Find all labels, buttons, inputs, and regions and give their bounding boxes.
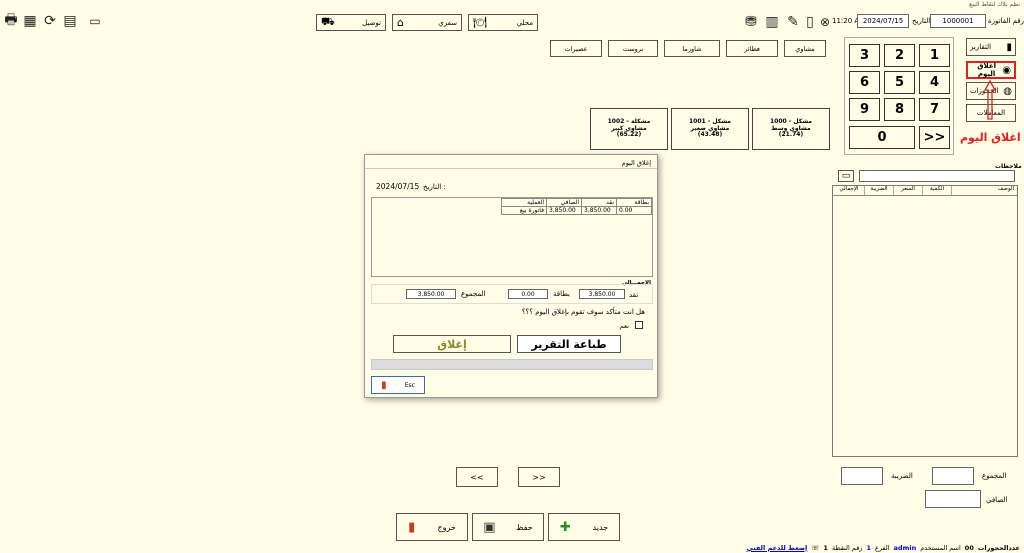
exit-door-icon: ▮: [381, 379, 387, 391]
key-7[interactable]: 7: [919, 98, 950, 121]
sum-label: المجموع: [982, 472, 1007, 480]
dialog-table-area: العملية الصافي نقد بطاقة فاتورة بيع 3,85…: [371, 197, 653, 277]
dialog-table: العملية الصافي نقد بطاقة فاتورة بيع 3,85…: [501, 198, 652, 215]
dialog-sum-field: 3,850.00: [406, 289, 456, 299]
sync-icon[interactable]: ⟳: [42, 13, 58, 29]
dialog-confirm-question: هل انت متأكد سوف تقوم بإغلاق اليوم ؟؟؟: [521, 308, 645, 316]
product-1000[interactable]: 1000 - مشكل مشاوي وسط (21.74): [752, 108, 830, 150]
category-broast[interactable]: بروست: [608, 40, 658, 57]
invoice-icon[interactable]: ▤: [62, 13, 78, 29]
key-5[interactable]: 5: [884, 71, 915, 94]
reports-button[interactable]: التقارير ▮: [966, 38, 1016, 56]
dialog-card-label: بطاقة: [553, 290, 570, 298]
dine-in-icon: 🍽: [473, 16, 487, 29]
dialog-yes-checkbox[interactable]: [635, 321, 643, 329]
product-1001[interactable]: 1001 - مشكل مشاوي صغير (43.48): [671, 108, 749, 150]
folder-icon[interactable]: ▭: [838, 170, 854, 182]
print-report-button[interactable]: طباعة التقرير: [517, 335, 621, 353]
date-field[interactable]: 2024/07/15: [857, 14, 909, 28]
dialog-col-net: الصافي: [546, 198, 582, 207]
tax-label: الضريبة: [891, 472, 913, 480]
delivery-icon: ⛟: [321, 15, 335, 28]
clock-icon: ◉: [1002, 64, 1011, 76]
order-type-takeaway[interactable]: ⌂ سفري: [392, 14, 462, 31]
net-field: [925, 490, 981, 508]
key-3[interactable]: 3: [849, 44, 880, 67]
reports-icon: ▮: [1006, 41, 1012, 53]
key-1[interactable]: 1: [919, 44, 950, 67]
reservation-icon: ◍: [1003, 85, 1012, 97]
takeaway-icon: ⌂: [397, 16, 404, 29]
order-type-delivery[interactable]: ⛟ توصيل: [316, 14, 386, 31]
close-circle-icon[interactable]: ⊗: [818, 13, 832, 31]
order-table: الوصف الكمية السعر الضريبة الإجمالي: [832, 185, 1018, 457]
col-tax: الضريبة: [864, 186, 893, 195]
invoice-number-field[interactable]: 1000001: [930, 14, 986, 28]
window-title: نظم بلاك لنقاط البيع: [969, 1, 1020, 8]
prev-page-button[interactable]: <<: [456, 467, 498, 487]
dialog-cash-field: 3,850.00: [579, 289, 625, 299]
key-8[interactable]: 8: [884, 98, 915, 121]
support-link[interactable]: إضغط للدعم الفني: [747, 544, 808, 552]
close-day-button[interactable]: اغلاق اليوم ◉: [966, 61, 1016, 79]
key-4[interactable]: 4: [919, 71, 950, 94]
notes-input[interactable]: [859, 170, 1015, 182]
dialog-cash-label: نقد: [629, 291, 639, 299]
col-description: الوصف: [951, 186, 1017, 195]
product-1002[interactable]: 1002 - مشكلة مشاوي كبير (65.22): [590, 108, 668, 150]
tax-field: [841, 467, 883, 485]
status-bar: عددالحجوزات 00 اسم المستخدم admin الفرع …: [746, 544, 1020, 552]
dialog-col-cash: نقد: [581, 198, 617, 207]
save-disk-icon: ▣: [483, 519, 496, 535]
order-type-dine-in[interactable]: 🍽 محلي: [468, 14, 538, 31]
key-6[interactable]: 6: [849, 71, 880, 94]
dialog-progress-bar: [371, 359, 653, 370]
key-0[interactable]: 0: [849, 126, 915, 149]
invoice-label: رقم الفاتورة: [988, 17, 1024, 25]
support-icon: ☏: [811, 544, 820, 552]
new-document-icon: ✚: [559, 519, 571, 535]
category-pastries[interactable]: فطائر: [726, 40, 778, 57]
dialog-date-value: 2024/07/15: [376, 182, 420, 191]
dialog-yes-label: نعم: [619, 322, 629, 330]
calendar-icon[interactable]: ▦: [22, 13, 38, 29]
exit-door-icon: ▮: [408, 519, 416, 535]
dialog-close-button[interactable]: إغلاق: [393, 335, 511, 353]
notes-label: ملاحظات: [995, 163, 1022, 170]
key-9[interactable]: 9: [849, 98, 880, 121]
exit-button[interactable]: ▮ خروج: [396, 513, 468, 541]
cash-drawer-icon[interactable]: ▭: [86, 13, 104, 29]
next-page-button[interactable]: >>: [518, 467, 560, 487]
dialog-table-row[interactable]: فاتورة بيع 3,850.00 3,850.00 0.00: [501, 206, 652, 215]
mobile-icon[interactable]: ▯: [805, 13, 815, 31]
key-2[interactable]: 2: [884, 44, 915, 67]
edit-document-icon[interactable]: ✎: [785, 13, 801, 31]
money-icon[interactable]: ⛃: [742, 13, 760, 31]
dialog-title: إغلاق اليوم: [621, 159, 651, 167]
annotation-arrow-icon: [983, 79, 997, 120]
col-total: الإجمالي: [839, 186, 859, 192]
col-price: السعر: [893, 186, 922, 195]
category-shawarma[interactable]: شاورما: [664, 40, 720, 57]
dialog-esc-button[interactable]: ▮ Esc: [371, 376, 425, 394]
date-label: التاريخ: [912, 17, 931, 25]
dialog-date-label: التاريخ :: [423, 183, 446, 191]
calculator-icon[interactable]: ▥: [765, 13, 779, 31]
category-juices[interactable]: عصيرات: [550, 40, 602, 57]
key-next[interactable]: >>: [919, 126, 950, 149]
net-label: الصافي: [986, 496, 1008, 504]
close-day-dialog: إغلاق اليوم التاريخ : 2024/07/15 العملية…: [364, 154, 658, 398]
col-quantity: الكمية: [922, 186, 951, 195]
printer-icon[interactable]: 🖶: [3, 12, 19, 29]
dialog-col-operation: العملية: [501, 198, 547, 207]
dialog-col-card: بطاقة: [616, 198, 652, 207]
save-button[interactable]: ▣ حفظ: [472, 513, 544, 541]
sum-field: [932, 467, 974, 485]
annotation-label: اغلاق اليوم: [960, 131, 1021, 144]
new-button[interactable]: ✚ جديد: [548, 513, 620, 541]
dialog-card-field: 0.00: [508, 289, 548, 299]
dialog-sum-label: المجموع: [461, 290, 486, 298]
order-table-header: الوصف الكمية السعر الضريبة الإجمالي: [833, 186, 1017, 196]
category-grills[interactable]: مشاوي: [784, 40, 826, 57]
